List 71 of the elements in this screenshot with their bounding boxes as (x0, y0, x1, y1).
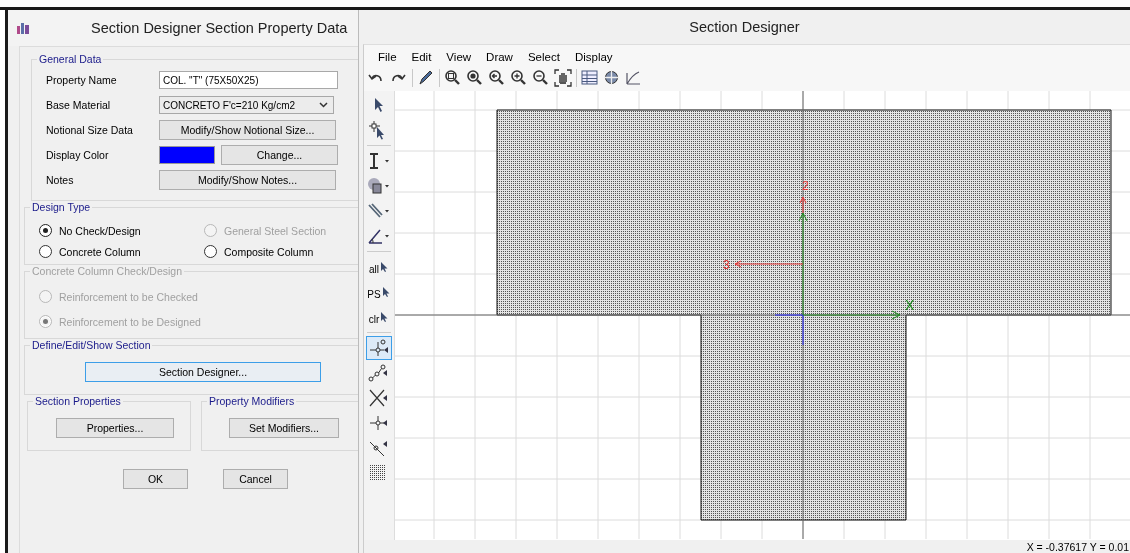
radio-circle[interactable] (39, 224, 52, 237)
radio-circle[interactable] (39, 245, 52, 258)
properties-button[interactable]: Properties... (56, 418, 174, 438)
pan-icon[interactable] (554, 69, 572, 87)
zoom-in-icon[interactable] (510, 69, 528, 87)
group-title: Concrete Column Check/Design (30, 265, 184, 277)
radio-button[interactable]: Composite Column (204, 245, 358, 258)
crosshair-icon[interactable] (603, 69, 621, 87)
ok-button[interactable]: OK (123, 469, 188, 489)
modify-notes-button[interactable]: Modify/Show Notes... (159, 170, 336, 190)
zoom-window-icon[interactable] (444, 69, 462, 87)
field-label: Notes (46, 174, 75, 186)
zoom-previous-icon[interactable] (488, 69, 506, 87)
change-color-button[interactable]: Change... (221, 145, 338, 165)
dialog-title: Section Designer Section Property Data (91, 20, 348, 36)
zoom-icon[interactable] (466, 69, 484, 87)
table-icon[interactable] (581, 69, 599, 87)
pointer-icon (379, 311, 390, 323)
tool-button[interactable]: all (366, 255, 392, 279)
shapes-icon (367, 177, 391, 195)
snap-line-icon (368, 363, 390, 383)
radio-circle[interactable] (204, 245, 217, 258)
field-label: Base Material (46, 99, 112, 111)
section-designer-button[interactable]: Section Designer... (85, 362, 321, 382)
pointer-icon (380, 286, 391, 298)
app-icon (16, 21, 30, 35)
coordinates-readout: X = -0.37617 Y = 0.01 (1026, 540, 1129, 553)
window-title: Section Designer (689, 19, 800, 35)
field-label: Display Color (46, 149, 110, 161)
color-swatch[interactable] (159, 146, 215, 164)
menu-item[interactable]: View (446, 50, 472, 63)
axis-label: 3 (723, 258, 730, 272)
field-label: Property Name (46, 74, 118, 86)
property-name-field[interactable]: COL. "T" (75X50X25) (159, 71, 338, 89)
snap-midpoint-icon (368, 413, 390, 433)
tool-button[interactable] (366, 336, 392, 360)
group-title: Property Modifiers (207, 395, 297, 407)
snap-perpendicular-icon (368, 438, 390, 458)
radio-button[interactable]: Concrete Column (39, 245, 204, 258)
chevron-down-icon (319, 102, 328, 108)
snap-intersection-icon (368, 388, 390, 408)
field-label: Notional Size Data (46, 124, 134, 136)
menu-item[interactable]: Select (527, 50, 560, 63)
curve-icon[interactable] (625, 69, 643, 87)
group-title: Section Properties (33, 395, 123, 407)
origin-mark (774, 314, 804, 346)
group-title: General Data (37, 53, 104, 65)
pointer-icon (379, 261, 389, 273)
group-title: Define/Edit/Show Section (30, 339, 153, 351)
menu-item[interactable]: Display (574, 50, 613, 63)
menu-item[interactable]: Draw (486, 50, 513, 63)
modify-notional-size-button[interactable]: Modify/Show Notional Size... (159, 120, 336, 140)
base-material-dropdown[interactable]: CONCRETO F'c=210 Kg/cm2 (159, 96, 334, 114)
group-title: Design Type (30, 201, 93, 213)
tool-button[interactable]: PS (366, 280, 392, 304)
snap-point-icon (368, 338, 390, 358)
t-section-drawing[interactable] (496, 109, 1112, 521)
menu-item[interactable]: File (378, 50, 397, 63)
pointer-icon (375, 98, 383, 112)
tool-button[interactable]: clr (366, 305, 392, 329)
axis-label: 2 (802, 179, 809, 193)
zoom-out-icon[interactable] (532, 69, 550, 87)
axis-label: X (905, 297, 915, 313)
lines-icon (367, 202, 391, 220)
i-beam-icon (367, 152, 391, 170)
menu-item[interactable]: Edit (411, 50, 432, 63)
radio-button[interactable]: No Check/Design (39, 224, 204, 237)
set-modifiers-button[interactable]: Set Modifiers... (229, 418, 339, 438)
cancel-button[interactable]: Cancel (223, 469, 288, 489)
angle-icon (367, 227, 391, 245)
pencil-icon[interactable] (417, 69, 435, 87)
